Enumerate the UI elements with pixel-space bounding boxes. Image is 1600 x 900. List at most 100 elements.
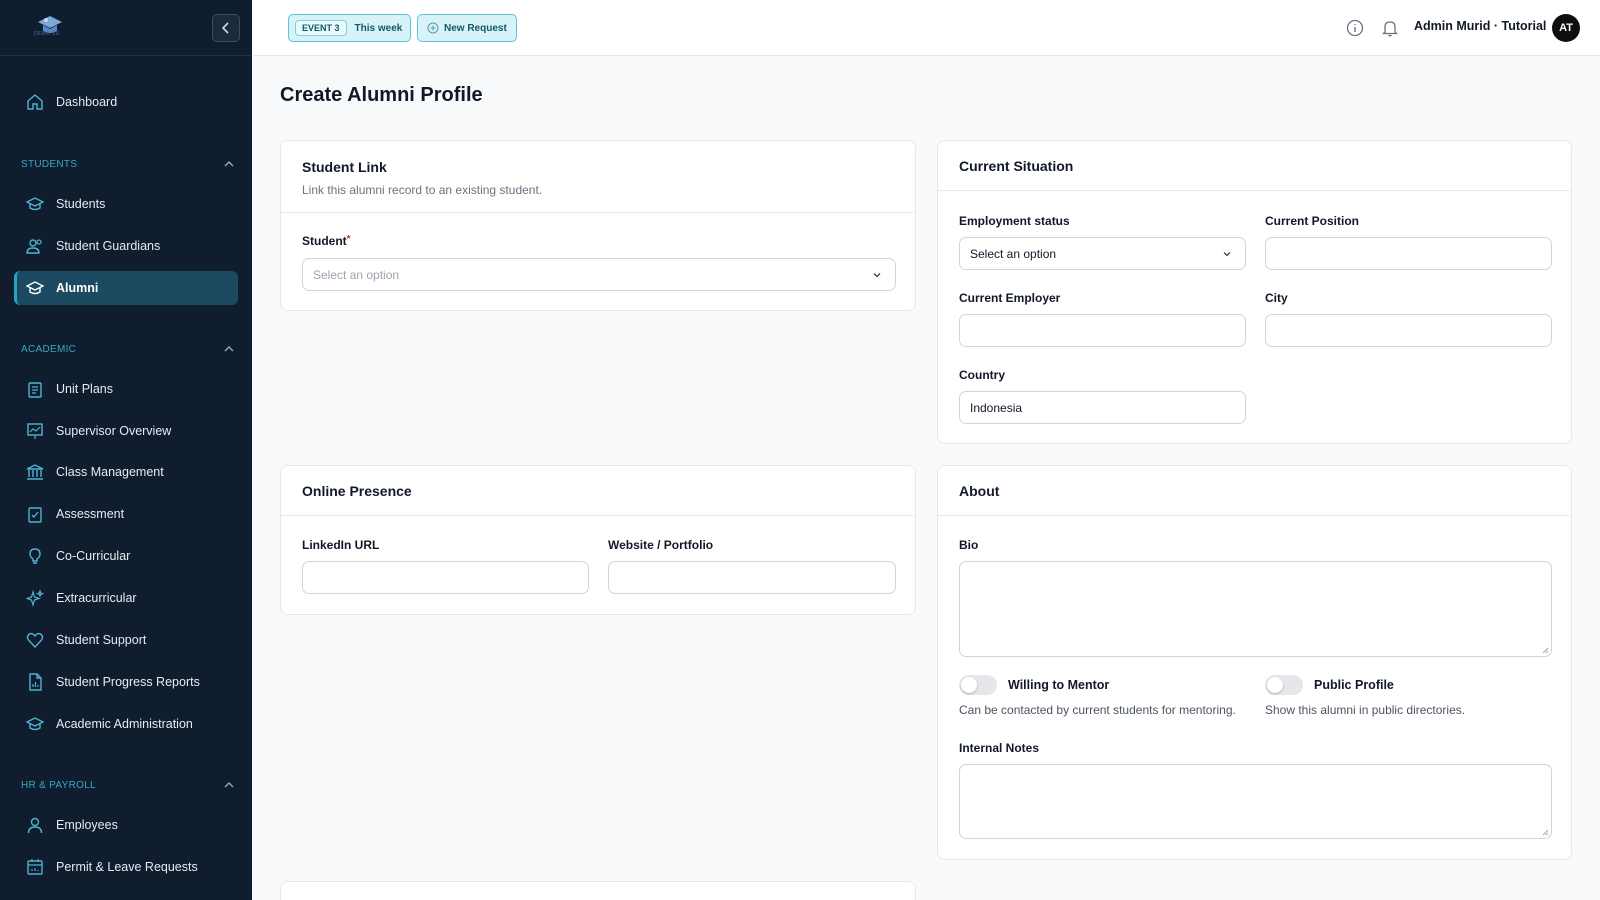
sidebar-item-label: Class Management [56,465,164,479]
card-title: Online Presence [302,483,412,499]
sidebar-item-label: Permit & Leave Requests [56,860,198,874]
logo-text: DEMO SD [34,31,60,37]
student-link-card: Student Link Link this alumni record to … [280,140,916,311]
clipboard-icon [26,380,44,398]
current-situation-card: Current Situation Employment status Sele… [937,140,1572,444]
sidebar-item-supervisor-overview[interactable]: Supervisor Overview [14,414,238,448]
sidebar-item-label: Unit Plans [56,382,113,396]
sidebar-item-label: Student Guardians [56,239,161,253]
section-hr-payroll[interactable]: HR & PAYROLL [21,779,235,791]
city-input[interactable] [1265,314,1552,347]
collapse-sidebar-button[interactable] [212,14,240,42]
chevron-down-icon [1223,252,1231,257]
chevron-left-icon [221,22,229,34]
select-value: Select an option [970,246,1057,261]
card-header: Current Situation [938,141,1571,191]
graduation-cap-icon [26,195,44,213]
section-academic[interactable]: ACADEMIC [21,343,235,355]
lightbulb-icon [26,547,44,565]
avatar[interactable]: AT [1552,14,1580,42]
linkedin-url-input[interactable] [302,561,589,594]
sidebar-item-unit-plans[interactable]: Unit Plans [14,372,238,406]
card-header: Student Link Link this alumni record to … [281,141,915,213]
willing-to-mentor-hint: Can be contacted by current students for… [959,703,1236,717]
page-title: Create Alumni Profile [280,84,483,106]
current-employer-label: Current Employer [959,291,1061,305]
school-logo-icon[interactable] [32,12,68,42]
users-icon [26,237,44,255]
toggle-knob [961,677,977,693]
sidebar-item-academic-administration[interactable]: Academic Administration [14,707,238,741]
toggle-knob [1267,677,1283,693]
resize-grip-icon[interactable] [1541,828,1549,836]
sidebar-item-students[interactable]: Students [14,187,238,221]
event-pill-button[interactable]: EVENT 3 This week [288,14,412,42]
sidebar-item-label: Co-Curricular [56,549,131,563]
sidebar-item-student-guardians[interactable]: Student Guardians [14,229,238,263]
section-label: ACADEMIC [21,343,77,355]
country-input[interactable]: Indonesia [959,391,1246,424]
employment-status-select[interactable]: Select an option [959,237,1246,270]
about-card: About Bio Willing to Mentor Can be conta… [937,465,1572,860]
event-label: This week [354,22,403,34]
internal-notes-label: Internal Notes [959,741,1040,755]
willing-to-mentor-toggle[interactable] [959,675,997,695]
section-label: HR & PAYROLL [21,779,96,791]
website-portfolio-label: Website / Portfolio [608,538,714,552]
linkedin-url-label: LinkedIn URL [302,538,380,552]
new-request-button[interactable]: New Request [417,14,517,42]
resize-grip-icon[interactable] [1541,646,1549,654]
presentation-chart-icon [26,422,44,440]
building-columns-icon [26,463,44,481]
info-icon[interactable] [1346,19,1364,37]
graduation-cap-icon [26,715,44,733]
current-position-label: Current Position [1265,214,1360,228]
internal-notes-textarea[interactable] [959,764,1552,839]
home-icon [26,93,44,111]
plus-circle-icon [427,22,439,34]
city-label: City [1265,291,1288,305]
sidebar-item-student-support[interactable]: Student Support [14,623,238,657]
heart-icon [26,631,44,649]
chevron-up-icon [224,346,234,352]
card-header: About [938,466,1571,516]
chevron-up-icon [224,782,234,788]
current-employer-input[interactable] [959,314,1246,347]
sidebar-item-label: Student Progress Reports [56,675,200,689]
bio-textarea[interactable] [959,561,1552,657]
card-title: Student Link [302,159,387,175]
card-subtitle: Link this alumni record to an existing s… [302,183,543,197]
sidebar-item-label: Alumni [56,281,99,295]
sidebar-item-student-progress-reports[interactable]: Student Progress Reports [14,665,238,699]
top-header: EVENT 3 This week New Request Admin Muri… [252,0,1600,56]
sidebar-item-alumni[interactable]: Alumni [14,271,238,305]
sidebar-item-label: Student Support [56,633,147,647]
student-label: Student* [302,234,351,248]
sidebar-item-employees[interactable]: Employees [14,808,238,842]
sidebar-item-extracurricular[interactable]: Extracurricular [14,581,238,615]
sidebar-item-label: Dashboard [56,95,118,109]
event-badge: EVENT 3 [295,20,347,36]
graduation-cap-icon [26,279,44,297]
bell-icon[interactable] [1381,19,1399,37]
chevron-down-icon [873,273,881,278]
sidebar-item-class-management[interactable]: Class Management [14,455,238,489]
sidebar: DEMO SD Dashboard STUDENTS Students Stud… [0,0,252,900]
calendar-icon [26,858,44,876]
user-name[interactable]: Admin Murid · Tutorial [1414,19,1546,33]
current-position-input[interactable] [1265,237,1552,270]
section-students[interactable]: STUDENTS [21,158,235,170]
sidebar-item-permit-leave-requests[interactable]: Permit & Leave Requests [14,850,238,884]
website-portfolio-input[interactable] [608,561,896,594]
public-profile-toggle[interactable] [1265,675,1303,695]
sparkles-icon [26,589,44,607]
card-title: Current Situation [959,158,1074,174]
sidebar-item-label: Students [56,197,106,211]
sidebar-item-dashboard[interactable]: Dashboard [14,85,238,119]
student-select[interactable]: Select an option [302,258,896,291]
clipboard-check-icon [26,505,44,523]
sidebar-item-co-curricular[interactable]: Co-Curricular [14,539,238,573]
document-report-icon [26,673,44,691]
next-card [280,881,916,900]
sidebar-item-assessment[interactable]: Assessment [14,497,238,531]
